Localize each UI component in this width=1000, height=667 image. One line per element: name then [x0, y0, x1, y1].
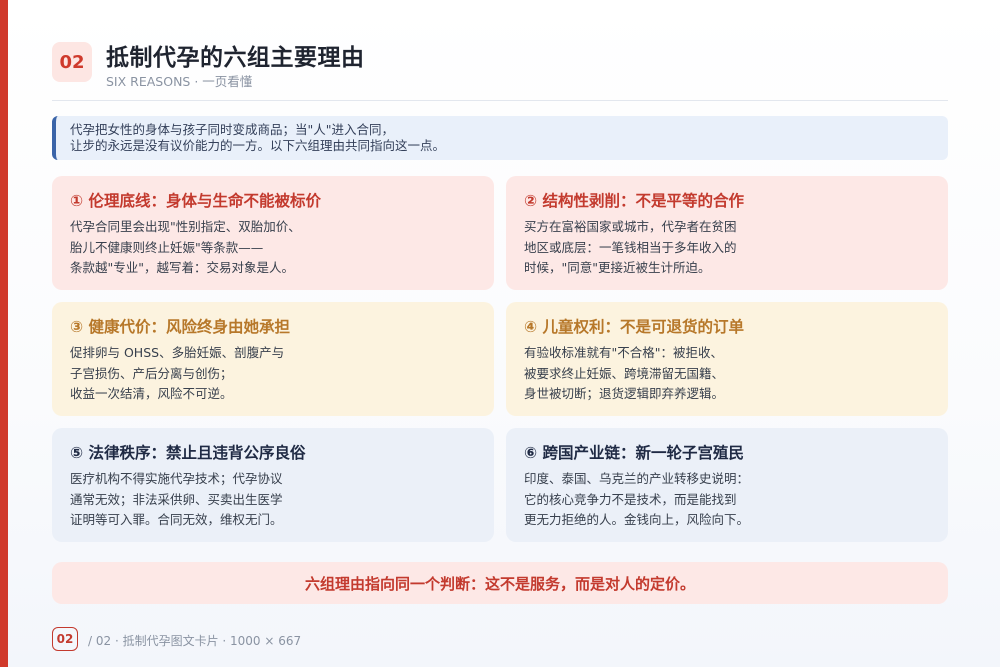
reason-card-law: ⑤ 法律秩序：禁止且违背公序良俗 医疗机构不得实施代孕技术；代孕协议 通常无效；…: [52, 428, 494, 542]
card-title: ④ 儿童权利：不是可退货的订单: [524, 318, 745, 336]
card-line: 通常无效；非法采供卵、买卖出生医学: [70, 491, 283, 507]
card-body: 买方在富裕国家或城市，代孕者在贫困 地区或底层：一笔钱相当于多年收入的 时候，"…: [524, 217, 930, 279]
card-line: 买方在富裕国家或城市，代孕者在贫困: [524, 219, 737, 234]
card-line: 身世被切断；退货逻辑即弃养逻辑。: [524, 386, 725, 401]
intro-callout: 代孕把女性的身体与孩子同时变成商品；当"人"进入合同， 让步的永远是没有议价能力…: [52, 116, 948, 160]
card-line: 地区或底层：一笔钱相当于多年收入的: [524, 239, 737, 255]
card-title: ⑤ 法律秩序：禁止且违背公序良俗: [70, 444, 306, 462]
reason-card-exploitation: ② 结构性剥削：不是平等的合作 买方在富裕国家或城市，代孕者在贫困 地区或底层：…: [506, 176, 948, 290]
card-line: 代孕合同里会出现"性别指定、双胎加价、: [70, 219, 301, 234]
card-line: 医疗机构不得实施代孕技术；代孕协议: [70, 471, 283, 486]
card-body: 促排卵与 OHSS、多胎妊娠、剖腹产与 子宫损伤、产后分离与创伤； 收益一次结清…: [70, 343, 476, 405]
card-line: 它的核心竞争力不是技术，而是能找到: [524, 491, 737, 507]
header-divider: [52, 100, 948, 101]
intro-line: 代孕把女性的身体与孩子同时变成商品；当"人"进入合同，: [70, 122, 395, 137]
footer-caption: / 02 · 抵制代孕图文卡片 · 1000 × 667: [88, 634, 302, 648]
card-body: 代孕合同里会出现"性别指定、双胎加价、 胎儿不健康则终止妊娠"等条款—— 条款越…: [70, 217, 476, 279]
reason-card-ethics: ① 伦理底线：身体与生命不能被标价 代孕合同里会出现"性别指定、双胎加价、 胎儿…: [52, 176, 494, 290]
reason-card-industry-chain: ⑥ 跨国产业链：新一轮子宫殖民 印度、泰国、乌克兰的产业转移史说明： 它的核心竞…: [506, 428, 948, 542]
card-title: ② 结构性剥削：不是平等的合作: [524, 192, 745, 210]
card-line: 收益一次结清，风险不可逆。: [70, 386, 233, 401]
card-line: 条款越"专业"，越写着：交易对象是人。: [70, 260, 294, 275]
reason-card-child-rights: ④ 儿童权利：不是可退货的订单 有验收标准就有"不合格"：被拒收、 被要求终止妊…: [506, 302, 948, 416]
card-line: 更无力拒绝的人。金钱向上，风险向下。: [524, 512, 750, 527]
intro-line: 让步的永远是没有议价能力的一方。以下六组理由共同指向这一点。: [70, 138, 446, 153]
card-body: 有验收标准就有"不合格"：被拒收、 被要求终止妊娠、跨境滞留无国籍、 身世被切断…: [524, 343, 930, 405]
page-title: 抵制代孕的六组主要理由: [106, 45, 365, 71]
card-title: ① 伦理底线：身体与生命不能被标价: [70, 192, 322, 210]
card-line: 印度、泰国、乌克兰的产业转移史说明：: [524, 471, 750, 486]
footer-page-badge: 02: [52, 627, 78, 651]
left-accent-bar: [0, 0, 8, 667]
card-line: 子宫损伤、产后分离与创伤；: [70, 365, 233, 381]
card-line: 有验收标准就有"不合格"：被拒收、: [524, 345, 723, 360]
card-line: 被要求终止妊娠、跨境滞留无国籍、: [524, 365, 725, 381]
card-line: 证明等可入罪。合同无效，维权无门。: [70, 512, 283, 527]
card-body: 印度、泰国、乌克兰的产业转移史说明： 它的核心竞争力不是技术，而是能找到 更无力…: [524, 469, 930, 531]
card-line: 胎儿不健康则终止妊娠"等条款——: [70, 239, 264, 255]
card-line: 促排卵与 OHSS、多胎妊娠、剖腹产与: [70, 345, 285, 360]
card-body: 医疗机构不得实施代孕技术；代孕协议 通常无效；非法采供卵、买卖出生医学 证明等可…: [70, 469, 476, 531]
card-title: ⑥ 跨国产业链：新一轮子宫殖民: [524, 444, 745, 462]
card-line: 时候，"同意"更接近被生计所迫。: [524, 260, 711, 275]
reason-card-health: ③ 健康代价：风险终身由她承担 促排卵与 OHSS、多胎妊娠、剖腹产与 子宫损伤…: [52, 302, 494, 416]
page-subtitle: SIX REASONS · 一页看懂: [106, 74, 253, 89]
section-number-badge: 02: [52, 42, 92, 82]
card-title: ③ 健康代价：风险终身由她承担: [70, 318, 291, 336]
conclusion-banner: 六组理由指向同一个判断：这不是服务，而是对人的定价。: [52, 562, 948, 604]
